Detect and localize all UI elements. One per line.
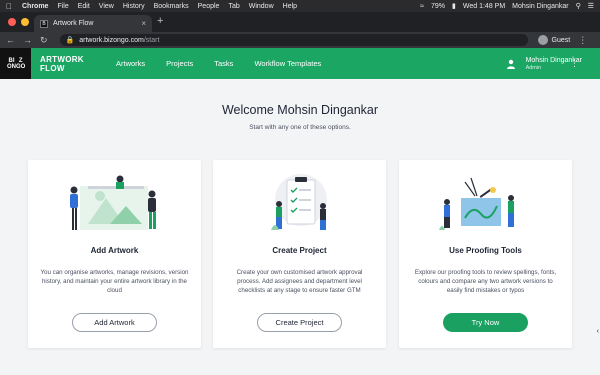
lock-icon[interactable]: 🔒 bbox=[66, 36, 75, 44]
main-content: Welcome Mohsin Dingankar Start with any … bbox=[0, 79, 600, 375]
nav-artworks[interactable]: Artworks bbox=[116, 59, 145, 68]
menu-edit[interactable]: Edit bbox=[78, 3, 90, 10]
card-title: Create Project bbox=[272, 246, 327, 255]
card-title: Add Artwork bbox=[90, 246, 139, 255]
browser-toolbar: ← → ↻ 🔒 artwork.bizongo.com/start Guest … bbox=[0, 32, 600, 48]
checklist-illustration-icon bbox=[271, 174, 327, 230]
menu-history[interactable]: History bbox=[123, 3, 145, 10]
create-project-button[interactable]: Create Project bbox=[257, 313, 342, 332]
profile-avatar-icon bbox=[537, 35, 548, 45]
profile-button[interactable]: Guest bbox=[537, 35, 571, 45]
menu-user-name[interactable]: Mohsin Dingankar bbox=[512, 3, 568, 10]
artwork-illustration-icon bbox=[70, 175, 156, 230]
logo-letters-3: ON bbox=[7, 63, 16, 70]
address-bar[interactable]: 🔒 artwork.bizongo.com/start bbox=[59, 34, 528, 46]
close-window-button[interactable] bbox=[8, 18, 16, 26]
page-subtitle: Start with any one of these options. bbox=[249, 124, 351, 131]
menu-bookmarks[interactable]: Bookmarks bbox=[154, 3, 189, 10]
browser-tab[interactable]: B Artwork Flow × bbox=[34, 15, 152, 32]
browser-tab-strip: B Artwork Flow × + bbox=[0, 12, 600, 32]
app-header: BI Z ON GO ARTWORK FLOW Artworks Project… bbox=[0, 48, 600, 79]
menu-people[interactable]: People bbox=[198, 3, 220, 10]
close-tab-icon[interactable]: × bbox=[141, 19, 146, 28]
mac-menu-bar:  Chrome File Edit View History Bookmark… bbox=[0, 0, 600, 12]
chevron-left-icon: ‹ bbox=[596, 328, 599, 335]
search-icon[interactable]: ⚲ bbox=[576, 2, 581, 10]
new-tab-icon[interactable]: + bbox=[157, 15, 163, 27]
favicon-icon: B bbox=[40, 19, 48, 28]
card-title: Use Proofing Tools bbox=[449, 246, 522, 255]
app-nav: Artworks Projects Tasks Workflow Templat… bbox=[116, 59, 342, 68]
menu-view[interactable]: View bbox=[99, 3, 114, 10]
card-description: You can organise artworks, manage revisi… bbox=[40, 269, 189, 294]
clock[interactable]: Wed 1:48 PM bbox=[463, 3, 505, 10]
page-title: Welcome Mohsin Dingankar bbox=[221, 103, 379, 117]
more-options-icon[interactable]: ⋮ bbox=[570, 58, 579, 69]
menu-file[interactable]: File bbox=[57, 3, 68, 10]
card-add-artwork: Add Artwork You can organise artworks, m… bbox=[28, 160, 201, 348]
menu-help[interactable]: Help bbox=[283, 3, 297, 10]
add-artwork-button[interactable]: Add Artwork bbox=[72, 313, 157, 332]
wifi-icon[interactable]: ≈ bbox=[420, 3, 424, 10]
back-icon[interactable]: ← bbox=[6, 35, 15, 45]
nav-tasks[interactable]: Tasks bbox=[214, 59, 233, 68]
url-host: artwork.bizongo.com bbox=[79, 36, 144, 44]
nav-workflow-templates[interactable]: Workflow Templates bbox=[254, 59, 321, 68]
browser-menu-icon[interactable]: ⋮ bbox=[578, 35, 587, 46]
app-name: ARTWORK FLOW bbox=[40, 54, 84, 73]
menu-tab[interactable]: Tab bbox=[228, 3, 239, 10]
url-path: /start bbox=[143, 36, 160, 44]
battery-icon: ▮ bbox=[452, 3, 456, 10]
control-center-icon[interactable]: ☰ bbox=[588, 2, 594, 10]
try-now-button[interactable]: Try Now bbox=[443, 313, 528, 332]
app-name-line1: ARTWORK bbox=[40, 54, 84, 64]
proofing-illustration-icon bbox=[439, 177, 514, 230]
menu-app-name[interactable]: Chrome bbox=[22, 3, 48, 10]
menu-window[interactable]: Window bbox=[249, 3, 274, 10]
user-icon bbox=[506, 59, 515, 69]
logo-letters-4: GO bbox=[16, 63, 26, 70]
tab-title: Artwork Flow bbox=[53, 20, 94, 27]
card-create-project: Create Project Create your own customise… bbox=[213, 160, 386, 348]
menu-status-area: ≈ 79% ▮ Wed 1:48 PM Mohsin Dingankar ⚲ ☰ bbox=[420, 2, 594, 11]
apple-icon[interactable]:  bbox=[6, 2, 14, 11]
battery-percent[interactable]: 79% bbox=[431, 3, 445, 10]
minimize-window-button[interactable] bbox=[21, 18, 29, 26]
card-proofing-tools: Use Proofing Tools Explore our proofing … bbox=[399, 160, 572, 348]
forward-icon[interactable]: → bbox=[23, 35, 32, 45]
reload-icon[interactable]: ↻ bbox=[40, 35, 48, 46]
card-description: Explore our proofing tools to review spe… bbox=[414, 269, 557, 294]
nav-projects[interactable]: Projects bbox=[166, 59, 193, 68]
app-name-line2: FLOW bbox=[40, 63, 65, 73]
card-description: Create your own customised artwork appro… bbox=[236, 269, 363, 294]
bizongo-logo[interactable]: BI Z ON GO bbox=[0, 48, 31, 79]
profile-label: Guest bbox=[551, 36, 571, 44]
